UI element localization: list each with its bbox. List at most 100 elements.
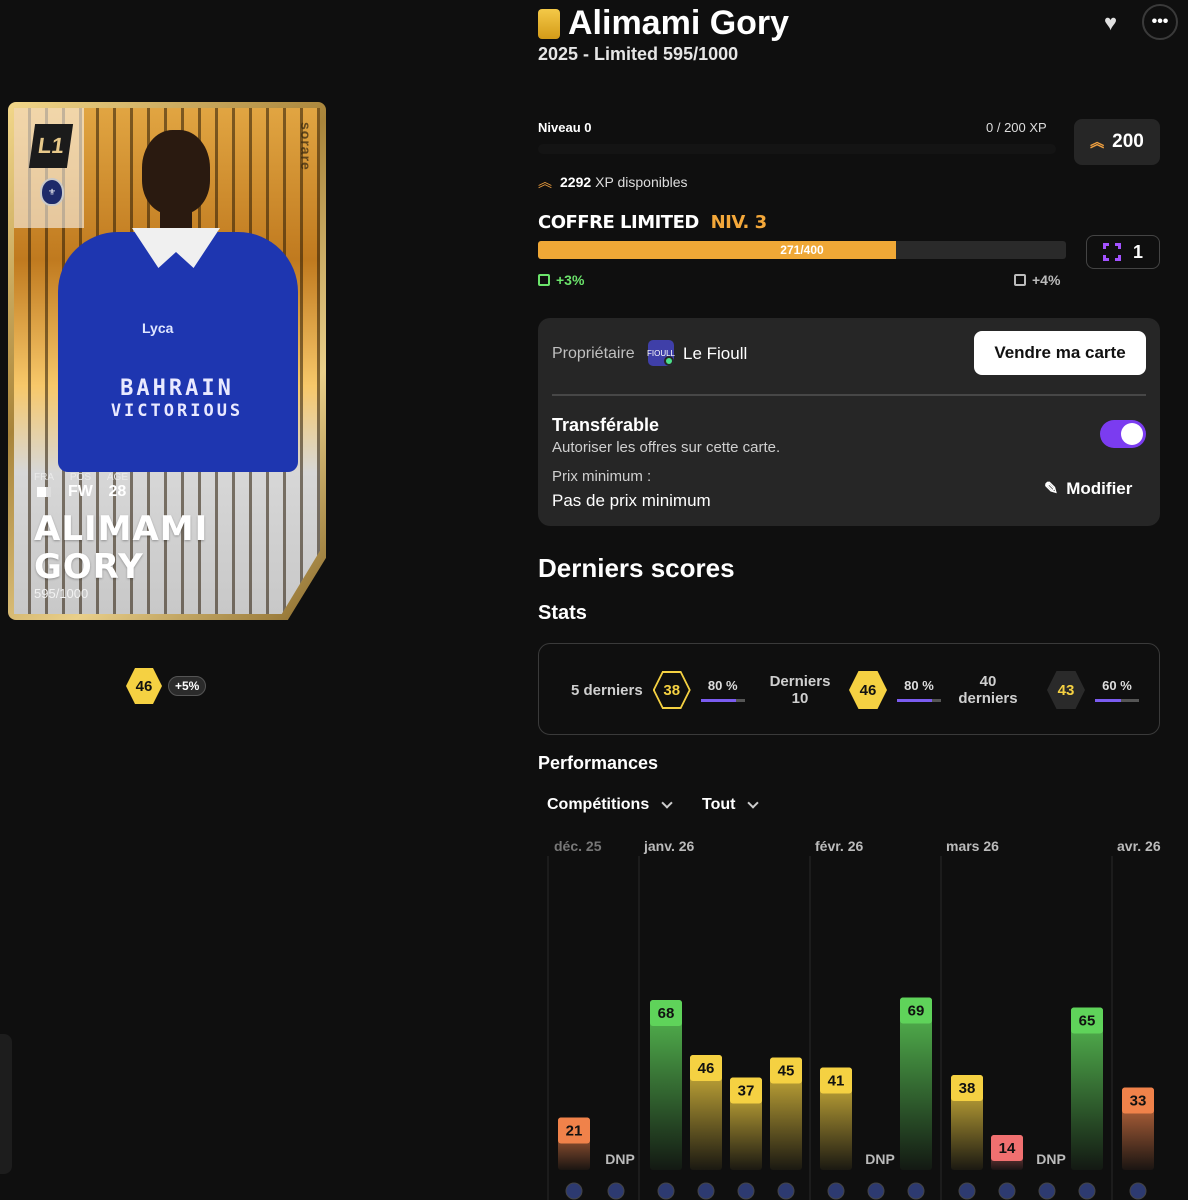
card-age: AGE 28 — [107, 472, 128, 501]
score-label: 37 — [738, 1083, 755, 1100]
modify-button[interactable]: ✎ Modifier — [1044, 479, 1132, 499]
competitions-filter-label: Compétitions — [547, 796, 650, 813]
level-up-button[interactable]: ︽ 200 — [1074, 119, 1160, 165]
score-label: 65 — [1079, 1013, 1096, 1030]
player-card[interactable]: L1 ⚜ sorare Lyca BAHRAIN VICTORIOUS FRA … — [8, 102, 326, 620]
opponent-crest-icon — [907, 1182, 925, 1200]
card-score-badge: 46 — [126, 668, 162, 704]
card-bonus-pill: +5% — [168, 676, 207, 696]
owner-name[interactable]: Le Fioull — [683, 344, 747, 364]
more-options-button[interactable]: ••• — [1142, 4, 1178, 40]
score-label: 45 — [778, 1063, 795, 1080]
dnp-label: DNP — [605, 1151, 635, 1167]
score-label: 69 — [908, 1003, 925, 1020]
opponent-crest-icon — [958, 1182, 976, 1200]
opponent-crest-icon — [657, 1182, 675, 1200]
card-subtitle: 2025 - Limited 595/1000 — [538, 44, 739, 64]
card-player-name: ALIMAMI GORY — [34, 510, 208, 586]
competitions-filter[interactable]: Compétitions — [547, 796, 673, 814]
stat-pct-text: 80 % — [707, 678, 738, 693]
stat-pct: 60 % — [1095, 678, 1139, 702]
opponent-crest-icon — [998, 1182, 1016, 1200]
performance-chart: déc. 25 janv. 26 févr. 26 mars 26 avr. 26 21 D… — [547, 838, 1161, 1200]
chest-name: COFFRE LIMITED — [538, 212, 699, 233]
card-name-line2: GORY — [34, 547, 144, 587]
stat-label: 40 derniers — [958, 673, 1018, 707]
score-label: 46 — [698, 1060, 715, 1077]
min-price-value: Pas de prix minimum — [552, 491, 711, 510]
chest-boxes-button[interactable]: 1 — [1086, 235, 1160, 269]
score-label: 41 — [828, 1073, 845, 1090]
score-label: 68 — [658, 1005, 675, 1022]
cube-icon — [538, 274, 550, 286]
chevron-down-icon — [747, 797, 760, 809]
transferable-toggle[interactable] — [1100, 420, 1146, 448]
chest-title: COFFRE LIMITED NIV. 3 — [538, 212, 767, 233]
stat-score: 46 — [849, 671, 887, 709]
card-score-row: 46 +5% — [126, 668, 207, 704]
all-filter-label: Tout — [702, 796, 736, 813]
side-drawer-handle[interactable] — [0, 1034, 12, 1174]
card-country: FRA — [34, 472, 54, 501]
month-label: mars 26 — [946, 838, 999, 854]
chest-level: NIV. 3 — [710, 212, 768, 233]
opponent-crest-icon — [827, 1182, 845, 1200]
xp-available: ︽ 2292 XP disponibles — [538, 172, 688, 192]
chest-bonus-next: +4% — [1014, 272, 1060, 288]
scores-heading: Derniers scores — [538, 553, 735, 583]
dnp-label: DNP — [865, 1151, 895, 1167]
player-jersey — [58, 232, 298, 472]
card-name-line1: ALIMAMI — [34, 509, 209, 549]
stat-score: 43 — [1047, 671, 1085, 709]
box-icon — [1102, 243, 1121, 261]
chest-boxes-count: 1 — [1132, 241, 1143, 262]
month-label: déc. 25 — [554, 838, 602, 854]
jersey-text-line2: VICTORIOUS — [110, 401, 244, 421]
xp-chevron-small-icon: ︽ — [538, 174, 552, 190]
score-label: 38 — [959, 1080, 976, 1097]
opponent-crest-icon — [1038, 1182, 1056, 1200]
transferable-description: Autoriser les offres sur cette carte. — [552, 439, 781, 456]
chest-bonus-current: +3% — [538, 272, 584, 288]
opponent-crest-icon — [697, 1182, 715, 1200]
title-row: Alimami Gory — [538, 4, 789, 43]
stat-pct-bar — [897, 699, 941, 702]
opponent-crest-icon — [565, 1182, 583, 1200]
month-label: janv. 26 — [643, 838, 695, 854]
min-price-label: Prix minimum : — [552, 468, 652, 485]
stat-pct: 80 % — [897, 678, 941, 702]
stat-last-10: Derniers 10 46 80 % — [765, 644, 941, 736]
stat-last-40: 40 derniers 43 60 % — [953, 644, 1139, 736]
age-value: 28 — [108, 483, 127, 500]
sell-card-button[interactable]: Vendre ma carte — [974, 331, 1146, 375]
all-filter[interactable]: Tout — [702, 796, 760, 814]
jersey-text: BAHRAIN VICTORIOUS — [102, 378, 252, 422]
month-label: avr. 26 — [1117, 838, 1161, 854]
flag-icon — [37, 487, 51, 497]
jersey-sponsor: Lyca — [142, 320, 174, 336]
cube-next-icon — [1014, 274, 1026, 286]
dnp-label: DNP — [1036, 1151, 1066, 1167]
score-label: 33 — [1130, 1093, 1147, 1110]
edit-pen-icon: ✎ — [1044, 479, 1059, 498]
player-head — [142, 130, 210, 214]
page-title: Alimami Gory — [568, 4, 790, 42]
stats-heading: Stats — [538, 602, 587, 624]
opponent-crest-icon — [1129, 1182, 1147, 1200]
opponent-crest-icon — [737, 1182, 755, 1200]
card-meta: FRA POS FW AGE 28 — [34, 472, 128, 501]
card-artwork: L1 ⚜ sorare Lyca BAHRAIN VICTORIOUS FRA … — [14, 108, 320, 614]
level-label: Niveau 0 — [538, 120, 592, 135]
owner-panel: Propriétaire FIOULL Le Fioull Vendre ma … — [538, 318, 1160, 526]
league-logo: L1 — [28, 124, 74, 168]
stat-pct-bar — [1095, 699, 1139, 702]
xp-chevron-icon: ︽ — [1090, 134, 1105, 150]
stat-label: 5 derniers — [571, 681, 643, 699]
chest-bonus-current-value: +3% — [556, 272, 585, 288]
modify-label: Modifier — [1066, 479, 1133, 498]
stat-label: Derniers 10 — [769, 673, 831, 707]
xp-available-label: XP disponibles — [595, 174, 688, 190]
favorite-heart-icon[interactable]: ♥ — [1104, 10, 1117, 36]
online-status-dot — [664, 356, 674, 366]
chest-progress-bar: 271/400 — [538, 241, 1066, 259]
